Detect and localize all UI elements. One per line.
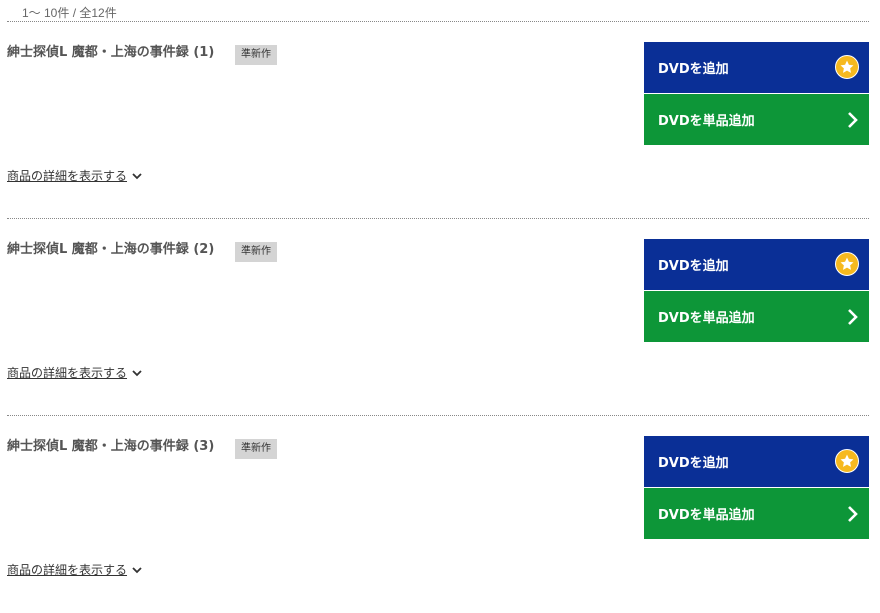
- chevron-right-icon: [848, 112, 858, 128]
- chevron-down-icon: [132, 370, 142, 377]
- show-details-label: 商品の詳細を表示する: [7, 563, 128, 577]
- add-single-dvd-button[interactable]: DVDを単品追加: [644, 291, 869, 342]
- status-badge: 準新作: [235, 242, 277, 262]
- star-icon: [835, 55, 859, 79]
- add-single-dvd-button[interactable]: DVDを単品追加: [644, 94, 869, 145]
- add-single-dvd-label: DVDを単品追加: [658, 114, 755, 129]
- chevron-down-icon: [132, 567, 142, 574]
- add-dvd-label: DVDを追加: [658, 456, 729, 471]
- add-dvd-label: DVDを追加: [658, 259, 729, 274]
- list-item: 紳士探偵L 魔都・上海の事件録 (2) 準新作 DVDを追加 DVDを単品追加 …: [7, 218, 869, 416]
- item-title[interactable]: 紳士探偵L 魔都・上海の事件録 (1): [7, 42, 214, 64]
- item-title[interactable]: 紳士探偵L 魔都・上海の事件録 (3): [7, 436, 214, 458]
- divider: [7, 21, 869, 22]
- chevron-right-icon: [848, 309, 858, 325]
- show-details-label: 商品の詳細を表示する: [7, 366, 128, 380]
- show-details-link[interactable]: 商品の詳細を表示する: [7, 364, 142, 381]
- add-dvd-label: DVDを追加: [658, 62, 729, 77]
- add-single-dvd-label: DVDを単品追加: [658, 508, 755, 523]
- add-dvd-button[interactable]: DVDを追加: [644, 42, 869, 93]
- list-item: 紳士探偵L 魔都・上海の事件録 (3) 準新作 DVDを追加 DVDを単品追加 …: [7, 415, 869, 613]
- status-badge: 準新作: [235, 45, 277, 65]
- result-count: 1〜 10件 / 全12件: [22, 6, 117, 20]
- add-dvd-button[interactable]: DVDを追加: [644, 239, 869, 290]
- item-title[interactable]: 紳士探偵L 魔都・上海の事件録 (2): [7, 239, 214, 261]
- add-single-dvd-label: DVDを単品追加: [658, 311, 755, 326]
- star-icon: [835, 252, 859, 276]
- chevron-right-icon: [848, 506, 858, 522]
- add-dvd-button[interactable]: DVDを追加: [644, 436, 869, 487]
- show-details-link[interactable]: 商品の詳細を表示する: [7, 561, 142, 578]
- star-icon: [835, 449, 859, 473]
- show-details-link[interactable]: 商品の詳細を表示する: [7, 167, 142, 184]
- list-item: 紳士探偵L 魔都・上海の事件録 (1) 準新作 DVDを追加 DVDを単品追加 …: [7, 42, 869, 239]
- show-details-label: 商品の詳細を表示する: [7, 169, 128, 183]
- chevron-down-icon: [132, 173, 142, 180]
- add-single-dvd-button[interactable]: DVDを単品追加: [644, 488, 869, 539]
- status-badge: 準新作: [235, 439, 277, 459]
